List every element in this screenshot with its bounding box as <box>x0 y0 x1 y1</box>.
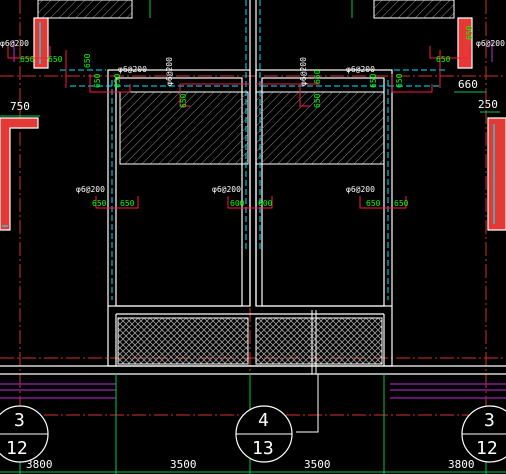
length-label: 650 <box>394 199 409 208</box>
length-label: 650 <box>465 25 474 40</box>
axis-bubble-top: 3 <box>14 410 25 431</box>
rebar-label-mid-center: φ6@200 <box>212 185 241 194</box>
length-label: 650 <box>436 55 451 64</box>
rebar-label-top-right: φ6@200 <box>346 65 375 74</box>
room-hatch <box>117 91 385 365</box>
length-label: 650 <box>120 199 135 208</box>
axis-bubble-bottom: 13 <box>252 438 274 459</box>
length-label: 650 <box>83 53 92 68</box>
axis-bubble-bottom: 12 <box>6 438 28 459</box>
length-label: 650 <box>93 73 102 88</box>
length-label: 650 <box>113 73 122 88</box>
axis-bubble-left: 3 12 <box>0 405 49 463</box>
length-label: 650 <box>179 93 188 108</box>
length-label: 650 <box>313 69 322 84</box>
axis-lines <box>0 0 506 474</box>
length-label: 650 <box>366 199 381 208</box>
dimension-250: 250 <box>478 98 498 111</box>
rebar-label-top-left-a: φ6@200 <box>0 39 29 48</box>
length-label: 650 <box>395 73 404 88</box>
dimension-3500-left: 3500 <box>170 458 197 471</box>
rebar-label-top-center-left: φ6@200 <box>165 57 174 86</box>
cad-drawing-canvas: φ6@200 φ6@200 φ6@200 φ6@200 φ6@200 φ6@20… <box>0 0 506 474</box>
dimension-lines <box>0 0 506 474</box>
rebar-label-mid-right: φ6@200 <box>346 185 375 194</box>
dimension-3800-right: 3800 <box>448 458 475 471</box>
length-label: 650 <box>313 93 322 108</box>
axis-bubble-top: 3 <box>484 410 495 431</box>
length-label: 650 <box>20 55 35 64</box>
length-label: 650 <box>92 199 107 208</box>
axis-bubble-top: 4 <box>258 410 269 431</box>
dimension-3500-right: 3500 <box>304 458 331 471</box>
rebar-label-top-right-a: φ6@200 <box>476 39 505 48</box>
rebar-label-top-center-right: φ6@200 <box>299 57 308 86</box>
rebar-label-top-left-b: φ6@200 <box>118 65 147 74</box>
rebar-label-mid-left: φ6@200 <box>76 185 105 194</box>
purple-lines <box>0 40 506 399</box>
axis-bubble-right: 3 12 <box>461 405 506 463</box>
length-label: 600 <box>230 199 245 208</box>
axis-bubble-bottom: 12 <box>476 438 498 459</box>
dimension-750: 750 <box>10 100 30 113</box>
length-label: 600 <box>258 199 273 208</box>
right-wall <box>457 17 506 231</box>
length-label: 650 <box>369 73 378 88</box>
left-wall <box>0 17 49 231</box>
dimension-660: 660 <box>458 78 478 91</box>
axis-bubble-center: 4 13 <box>235 405 293 463</box>
length-label: 650 <box>48 55 63 64</box>
rebar-lines <box>60 0 446 300</box>
